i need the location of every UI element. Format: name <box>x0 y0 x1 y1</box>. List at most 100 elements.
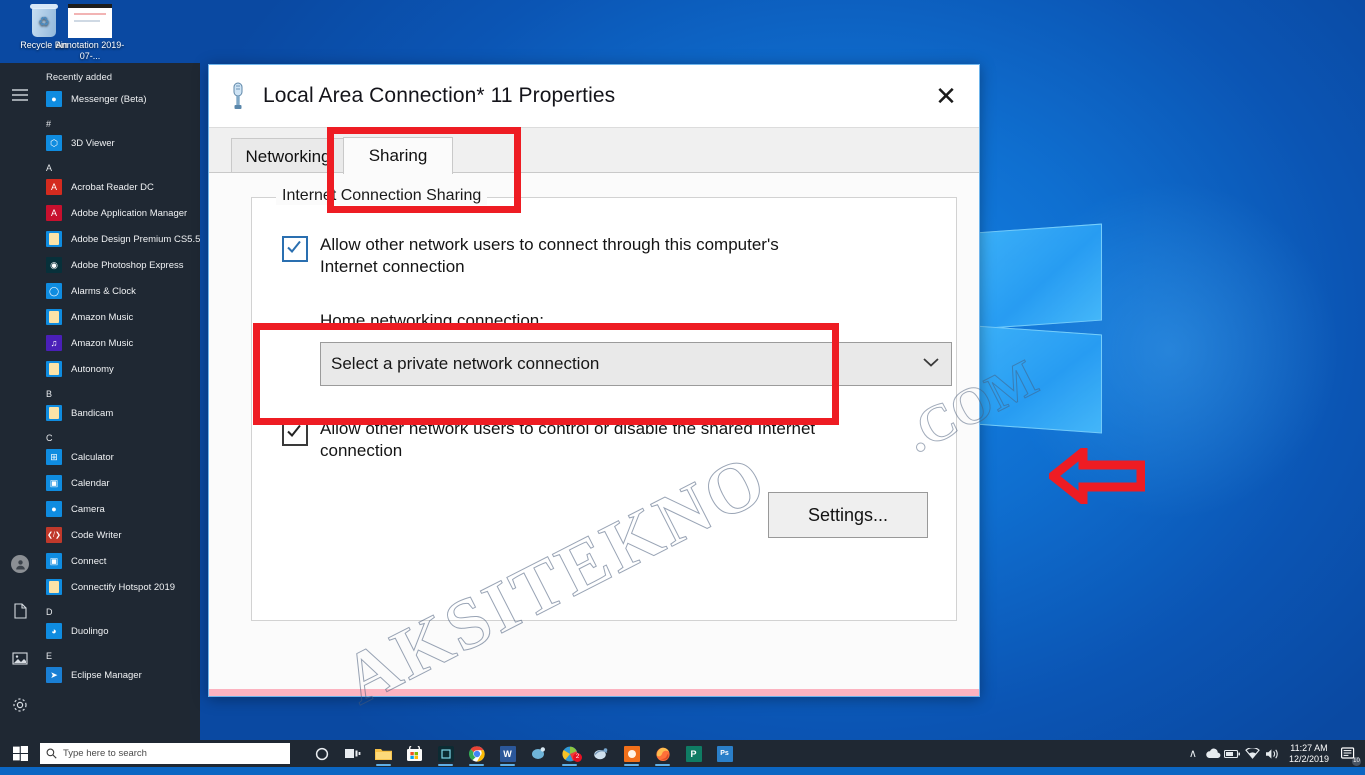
start-app-acrobat-reader-dc[interactable]: A Acrobat Reader DC <box>40 174 200 200</box>
start-app-connect[interactable]: ▣ Connect <box>40 548 200 574</box>
camera-icon: ● <box>46 501 62 517</box>
start-app-label: Autonomy <box>71 363 114 375</box>
dialog-title-bar: Local Area Connection* 11 Properties ✕ <box>209 65 979 127</box>
dark-app-icon[interactable] <box>430 740 461 767</box>
search-input[interactable]: Type here to search <box>40 743 290 764</box>
checkbox-label: Allow other network users to connect thr… <box>320 235 779 276</box>
adobe-photoshop-icon[interactable]: Ps <box>709 740 740 767</box>
user-icon[interactable] <box>0 541 40 587</box>
volume-icon[interactable] <box>1263 740 1283 767</box>
start-app-label: Acrobat Reader DC <box>71 181 154 193</box>
start-icon[interactable] <box>0 740 40 767</box>
start-app-label: Calendar <box>71 477 110 489</box>
start-app-label: Adobe Photoshop Express <box>71 259 184 271</box>
connect-icon: ▣ <box>46 553 62 569</box>
start-app-messenger-beta[interactable]: ● Messenger (Beta) <box>40 86 200 112</box>
notification-badge: 10 <box>1352 757 1361 766</box>
google-chrome-icon[interactable] <box>461 740 492 767</box>
clock-icon: ◯ <box>46 283 62 299</box>
start-app-amazon-music-folder[interactable]: Amazon Music <box>40 304 200 330</box>
checkbox-allow-control[interactable]: Allow other network users to control or … <box>282 418 830 462</box>
taskbar[interactable]: Type here to search W 2 P Ps ∧ 11:27 AM … <box>0 740 1365 767</box>
document-icon[interactable] <box>0 588 40 634</box>
file-explorer-icon[interactable] <box>368 740 399 767</box>
start-group-letter: # <box>46 119 52 129</box>
calendar-icon: ▣ <box>46 475 62 491</box>
code-writer-icon: ❮/❯ <box>46 527 62 543</box>
acrobat-icon: A <box>46 179 62 195</box>
start-app-alarms-and-clock[interactable]: ◯ Alarms & Clock <box>40 278 200 304</box>
close-icon[interactable]: ✕ <box>923 76 969 116</box>
clock[interactable]: 11:27 AM 12/2/2019 <box>1283 743 1335 765</box>
show-hidden-icons-icon[interactable]: ∧ <box>1183 740 1203 767</box>
start-app-camera[interactable]: ● Camera <box>40 496 200 522</box>
start-menu-app-list[interactable]: Recently added ● Messenger (Beta) # ⬡ 3D… <box>40 63 200 740</box>
annotation-file-icon <box>68 4 112 38</box>
folder-icon <box>46 579 62 595</box>
start-app-label: Bandicam <box>71 407 114 419</box>
folder-icon <box>46 231 62 247</box>
start-app-code-writer[interactable]: ❮/❯ Code Writer <box>40 522 200 548</box>
gear-icon[interactable] <box>0 682 40 728</box>
folder-icon <box>46 405 62 421</box>
group-label: Internet Connection Sharing <box>276 187 488 205</box>
settings-button[interactable]: Settings... <box>768 492 928 538</box>
system-tray[interactable]: ∧ 11:27 AM 12/2/2019 10 <box>1183 740 1365 767</box>
battery-icon[interactable] <box>1223 740 1243 767</box>
checkbox-icon[interactable] <box>282 236 308 262</box>
local-area-connection-properties-dialog[interactable]: Local Area Connection* 11 Properties ✕ N… <box>208 64 1146 720</box>
start-app-adobe-design-premium[interactable]: Adobe Design Premium CS5.5 <box>40 226 200 252</box>
notifications-icon[interactable]: 10 <box>1335 740 1361 767</box>
start-app-label: Alarms & Clock <box>71 285 136 297</box>
chevron-down-icon[interactable] <box>921 355 941 373</box>
hamburger-icon[interactable] <box>0 72 40 118</box>
search-placeholder: Type here to search <box>63 748 147 759</box>
start-app-bandicam[interactable]: Bandicam <box>40 400 200 426</box>
onedrive-cloud-icon[interactable] <box>1203 740 1223 767</box>
microsoft-publisher-icon[interactable]: P <box>678 740 709 767</box>
start-app-3d-viewer[interactable]: ⬡ 3D Viewer <box>40 130 200 156</box>
folder-icon <box>46 309 62 325</box>
colorful-app-icon[interactable]: 2 <box>554 740 585 767</box>
tab-strip[interactable]: Networking Sharing <box>209 127 979 174</box>
start-app-label: Connectify Hotspot 2019 <box>71 581 176 593</box>
microsoft-word-icon[interactable]: W <box>492 740 523 767</box>
tab-networking[interactable]: Networking <box>231 138 345 174</box>
photoshop-express-icon: ◉ <box>46 257 62 273</box>
start-app-label: Adobe Design Premium CS5.5 <box>71 233 200 245</box>
start-app-eclipse-manager[interactable]: ➤ Eclipse Manager <box>40 662 200 688</box>
start-app-autonomy[interactable]: Autonomy <box>40 356 200 382</box>
task-view-icon[interactable] <box>337 740 368 767</box>
eclipse-manager-icon: ➤ <box>46 667 62 683</box>
start-app-adobe-photoshop-express[interactable]: ◉ Adobe Photoshop Express <box>40 252 200 278</box>
start-app-adobe-application-manager[interactable]: A Adobe Application Manager <box>40 200 200 226</box>
start-app-calculator[interactable]: ⊞ Calculator <box>40 444 200 470</box>
start-group-letter: C <box>46 433 53 443</box>
checkbox-label: Allow other network users to control or … <box>320 419 816 460</box>
desktop-icon-annotation[interactable]: Annotation 2019-07-... <box>48 4 132 62</box>
start-menu[interactable]: Recently added ● Messenger (Beta) # ⬡ 3D… <box>0 63 200 759</box>
amazon-music-icon: ♫ <box>46 335 62 351</box>
paint-3d-icon[interactable] <box>523 740 554 767</box>
start-app-amazon-music[interactable]: ♫ Amazon Music <box>40 330 200 356</box>
network-adapter-icon <box>227 81 249 111</box>
mozilla-firefox-icon[interactable] <box>647 740 678 767</box>
start-menu-rail[interactable] <box>0 63 40 759</box>
start-app-label: Duolingo <box>71 625 109 637</box>
clock-date: 12/2/2019 <box>1288 753 1329 764</box>
start-app-duolingo[interactable]: ◕ Duolingo <box>40 618 200 644</box>
messenger-icon: ● <box>46 91 62 107</box>
tab-sharing[interactable]: Sharing <box>343 137 453 174</box>
calculator-icon: ⊞ <box>46 449 62 465</box>
pictures-icon[interactable] <box>0 635 40 681</box>
checkbox-icon[interactable] <box>282 420 308 446</box>
start-app-connectify-hotspot[interactable]: Connectify Hotspot 2019 <box>40 574 200 600</box>
paint-swirl-icon[interactable] <box>585 740 616 767</box>
home-networking-connection-select[interactable]: Select a private network connection <box>320 342 952 386</box>
orange-app-icon[interactable] <box>616 740 647 767</box>
microsoft-store-icon[interactable] <box>399 740 430 767</box>
checkbox-allow-connect[interactable]: Allow other network users to connect thr… <box>282 234 830 278</box>
start-app-calendar[interactable]: ▣ Calendar <box>40 470 200 496</box>
wifi-icon[interactable] <box>1243 740 1263 767</box>
cortana-icon[interactable] <box>306 740 337 767</box>
